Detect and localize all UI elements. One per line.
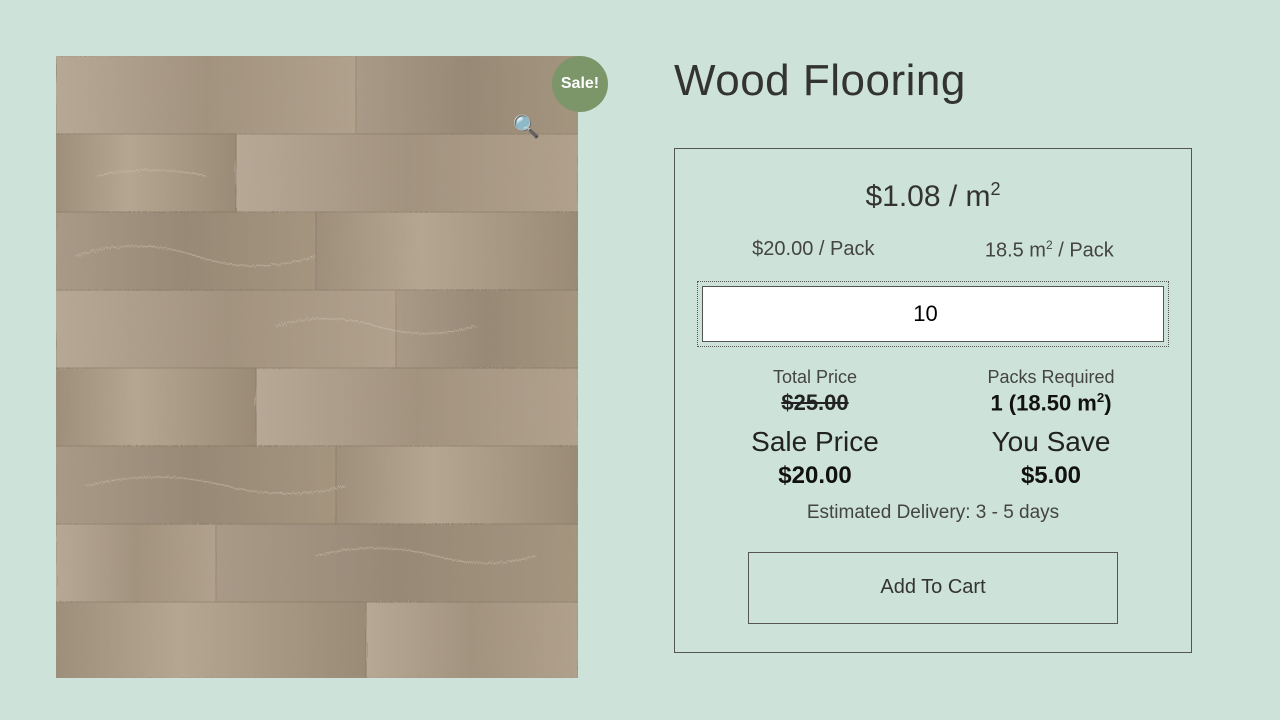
zoom-icon[interactable]: 🔍 bbox=[513, 114, 540, 140]
product-image[interactable] bbox=[56, 56, 578, 678]
unit-price-text: $1.08 / m2 bbox=[865, 180, 1000, 213]
quantity-wrap bbox=[697, 281, 1169, 347]
sale-price-label: Sale Price bbox=[702, 426, 929, 458]
area-per-pack: 18.5 m2 / Pack bbox=[985, 238, 1114, 263]
original-total: $25.00 bbox=[702, 390, 929, 416]
sale-price-value: $20.00 bbox=[702, 462, 929, 490]
packs-col: Packs Required 1 (18.50 m2) You Save $5.… bbox=[938, 367, 1165, 490]
delivery-estimate: Estimated Delivery: 3 - 5 days bbox=[697, 502, 1169, 524]
price-per-pack: $20.00 / Pack bbox=[752, 238, 874, 263]
product-page: Sale! 🔍 Wood Flooring $1.08 / m2 $20.00 … bbox=[0, 0, 1280, 718]
price-card: $1.08 / m2 $20.00 / Pack 18.5 m2 / Pack … bbox=[674, 148, 1192, 653]
packs-required-value: 1 (18.50 m2) bbox=[938, 390, 1165, 416]
totals-row-1: Total Price $25.00 Sale Price $20.00 Pac… bbox=[697, 367, 1169, 490]
total-price-col: Total Price $25.00 Sale Price $20.00 bbox=[702, 367, 929, 490]
product-title: Wood Flooring bbox=[674, 56, 1224, 106]
quantity-input[interactable] bbox=[702, 286, 1164, 342]
sale-badge: Sale! bbox=[552, 56, 608, 112]
you-save-value: $5.00 bbox=[938, 462, 1165, 490]
product-image-wrap: Sale! 🔍 bbox=[56, 56, 578, 678]
total-price-label: Total Price bbox=[702, 367, 929, 388]
add-to-cart-button[interactable]: Add To Cart bbox=[748, 552, 1118, 624]
product-details: Wood Flooring $1.08 / m2 $20.00 / Pack 1… bbox=[674, 56, 1224, 678]
pack-info-row: $20.00 / Pack 18.5 m2 / Pack bbox=[697, 238, 1169, 263]
unit-price: $1.08 / m2 bbox=[697, 179, 1169, 214]
packs-required-label: Packs Required bbox=[938, 367, 1165, 388]
you-save-label: You Save bbox=[938, 426, 1165, 458]
sale-badge-text: Sale! bbox=[561, 75, 599, 93]
